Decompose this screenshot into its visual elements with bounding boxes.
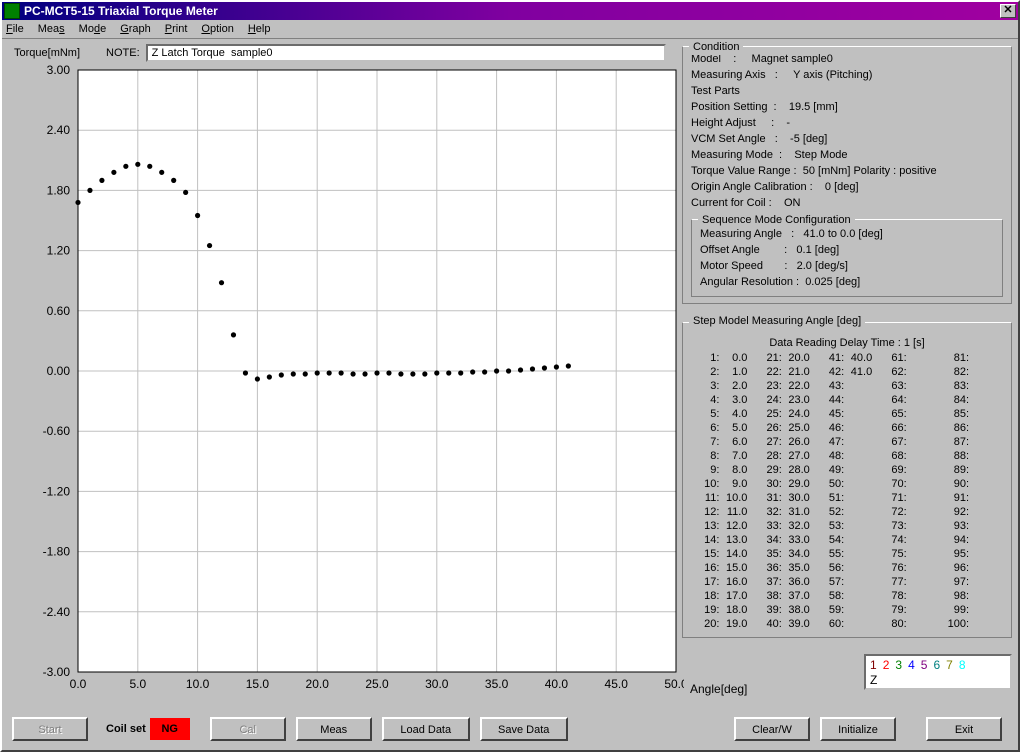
seq-speed-val: 2.0 [deg/s] <box>797 260 848 272</box>
svg-text:-1.20: -1.20 <box>43 484 71 498</box>
svg-text:3.00: 3.00 <box>47 63 71 77</box>
cond-range-lbl: Torque Value Range : <box>691 165 797 177</box>
load-data-button[interactable]: Load Data <box>382 717 470 741</box>
cond-vcm-lbl: VCM Set Angle <box>691 133 766 145</box>
svg-text:-3.00: -3.00 <box>43 665 71 679</box>
torque-label: Torque[mNm] <box>14 47 80 59</box>
svg-text:1.20: 1.20 <box>47 244 71 258</box>
cal-button[interactable]: Cal <box>210 717 286 741</box>
meas-button[interactable]: Meas <box>296 717 372 741</box>
seq-angle-lbl: Measuring Angle <box>700 228 782 240</box>
svg-text:25.0: 25.0 <box>365 677 389 691</box>
svg-text:50.0: 50.0 <box>664 677 684 691</box>
menu-print[interactable]: Print <box>165 23 188 35</box>
svg-text:-0.60: -0.60 <box>43 424 71 438</box>
menu-option[interactable]: Option <box>201 23 233 35</box>
seq-res-lbl: Angular Resolution : <box>700 276 799 288</box>
sequence-panel: Sequence Mode Configuration Measuring An… <box>691 219 1003 297</box>
menu-graph[interactable]: Graph <box>120 23 151 35</box>
svg-text:0.00: 0.00 <box>47 364 71 378</box>
svg-text:5.0: 5.0 <box>129 677 146 691</box>
legend-numbers: 12345678 <box>870 658 1006 673</box>
svg-text:45.0: 45.0 <box>605 677 629 691</box>
svg-text:10.0: 10.0 <box>186 677 210 691</box>
cond-height-lbl: Height Adjust <box>691 117 756 129</box>
cond-origin-lbl: Origin Angle Calibration : <box>691 181 813 193</box>
menu-file[interactable]: File <box>6 23 24 35</box>
cond-range-val: 50 [mNm] Polarity : positive <box>803 165 937 177</box>
cond-pos-val: 19.5 [mm] <box>789 101 838 113</box>
seq-speed-lbl: Motor Speed <box>700 260 763 272</box>
svg-text:2.40: 2.40 <box>47 123 71 137</box>
step-table: 1:0.02:1.03:2.04:3.05:4.06:5.07:6.08:7.0… <box>691 351 1003 631</box>
close-icon[interactable]: ✕ <box>1000 4 1016 18</box>
cond-axis-lbl: Measuring Axis <box>691 69 766 81</box>
sequence-title: Sequence Mode Configuration <box>698 212 855 228</box>
legend-box: 12345678 Z <box>864 654 1012 690</box>
svg-text:30.0: 30.0 <box>425 677 449 691</box>
legend-letter: Z <box>870 673 1006 688</box>
condition-title: Condition <box>689 39 743 55</box>
cond-origin-val: 0 [deg] <box>825 181 859 193</box>
app-icon <box>4 3 20 19</box>
start-button[interactable]: Start <box>12 717 88 741</box>
svg-text:-1.80: -1.80 <box>43 545 71 559</box>
save-data-button[interactable]: Save Data <box>480 717 568 741</box>
step-delay: Data Reading Delay Time : 1 [s] <box>691 337 1003 349</box>
cond-pos-lbl: Position Setting <box>691 101 767 113</box>
cond-coil-val: ON <box>784 197 801 209</box>
svg-text:1.80: 1.80 <box>47 183 71 197</box>
note-input[interactable] <box>146 44 666 62</box>
svg-text:40.0: 40.0 <box>545 677 569 691</box>
svg-text:0.60: 0.60 <box>47 304 71 318</box>
cond-model-val: Magnet sample0 <box>752 53 833 65</box>
note-label: NOTE: <box>106 47 140 59</box>
cond-height-val: - <box>786 117 790 129</box>
svg-text:15.0: 15.0 <box>246 677 270 691</box>
cond-mode-val: Step Mode <box>794 149 847 161</box>
seq-res-val: 0.025 [deg] <box>805 276 860 288</box>
initialize-button[interactable]: Initialize <box>820 717 896 741</box>
svg-text:20.0: 20.0 <box>306 677 330 691</box>
seq-angle-val: 41.0 to 0.0 [deg] <box>803 228 883 240</box>
svg-text:35.0: 35.0 <box>485 677 509 691</box>
step-model-panel: Step Model Measuring Angle [deg] Data Re… <box>682 322 1012 638</box>
step-title: Step Model Measuring Angle [deg] <box>689 315 865 327</box>
chart-area: 0.0 5.0 10.0 15.0 20.0 25.0 30.0 35.0 40.0 45.0 50… <box>12 62 684 700</box>
menu-help[interactable]: Help <box>248 23 271 35</box>
cond-mode-lbl: Measuring Mode <box>691 149 773 161</box>
cond-vcm-val: -5 [deg] <box>790 133 827 145</box>
menu-mode[interactable]: Mode <box>79 23 107 35</box>
clearw-button[interactable]: Clear/W <box>734 717 810 741</box>
seq-offset-lbl: Offset Angle <box>700 244 760 256</box>
svg-text:0.0: 0.0 <box>70 677 87 691</box>
svg-text:-2.40: -2.40 <box>43 605 71 619</box>
button-row: Start Coil set NG Cal Meas Load Data Sav… <box>12 714 1012 744</box>
coilset-label: Coil set <box>106 723 146 735</box>
titlebar: PC-MCT5-15 Triaxial Torque Meter ✕ <box>2 2 1018 20</box>
seq-offset-val: 0.1 [deg] <box>796 244 839 256</box>
window-title: PC-MCT5-15 Triaxial Torque Meter <box>24 4 1000 18</box>
cond-axis-val: Y axis (Pitching) <box>793 69 872 81</box>
exit-button[interactable]: Exit <box>926 717 1002 741</box>
cond-testparts-lbl: Test Parts <box>691 85 740 97</box>
ng-indicator: NG <box>150 718 190 740</box>
x-axis-label: Angle[deg] <box>690 682 747 696</box>
menu-meas[interactable]: Meas <box>38 23 65 35</box>
menubar: File Meas Mode Graph Print Option Help <box>2 20 1018 39</box>
cond-coil-lbl: Current for Coil : <box>691 197 772 209</box>
condition-panel: Condition Model : Magnet sample0 Measuri… <box>682 46 1012 304</box>
